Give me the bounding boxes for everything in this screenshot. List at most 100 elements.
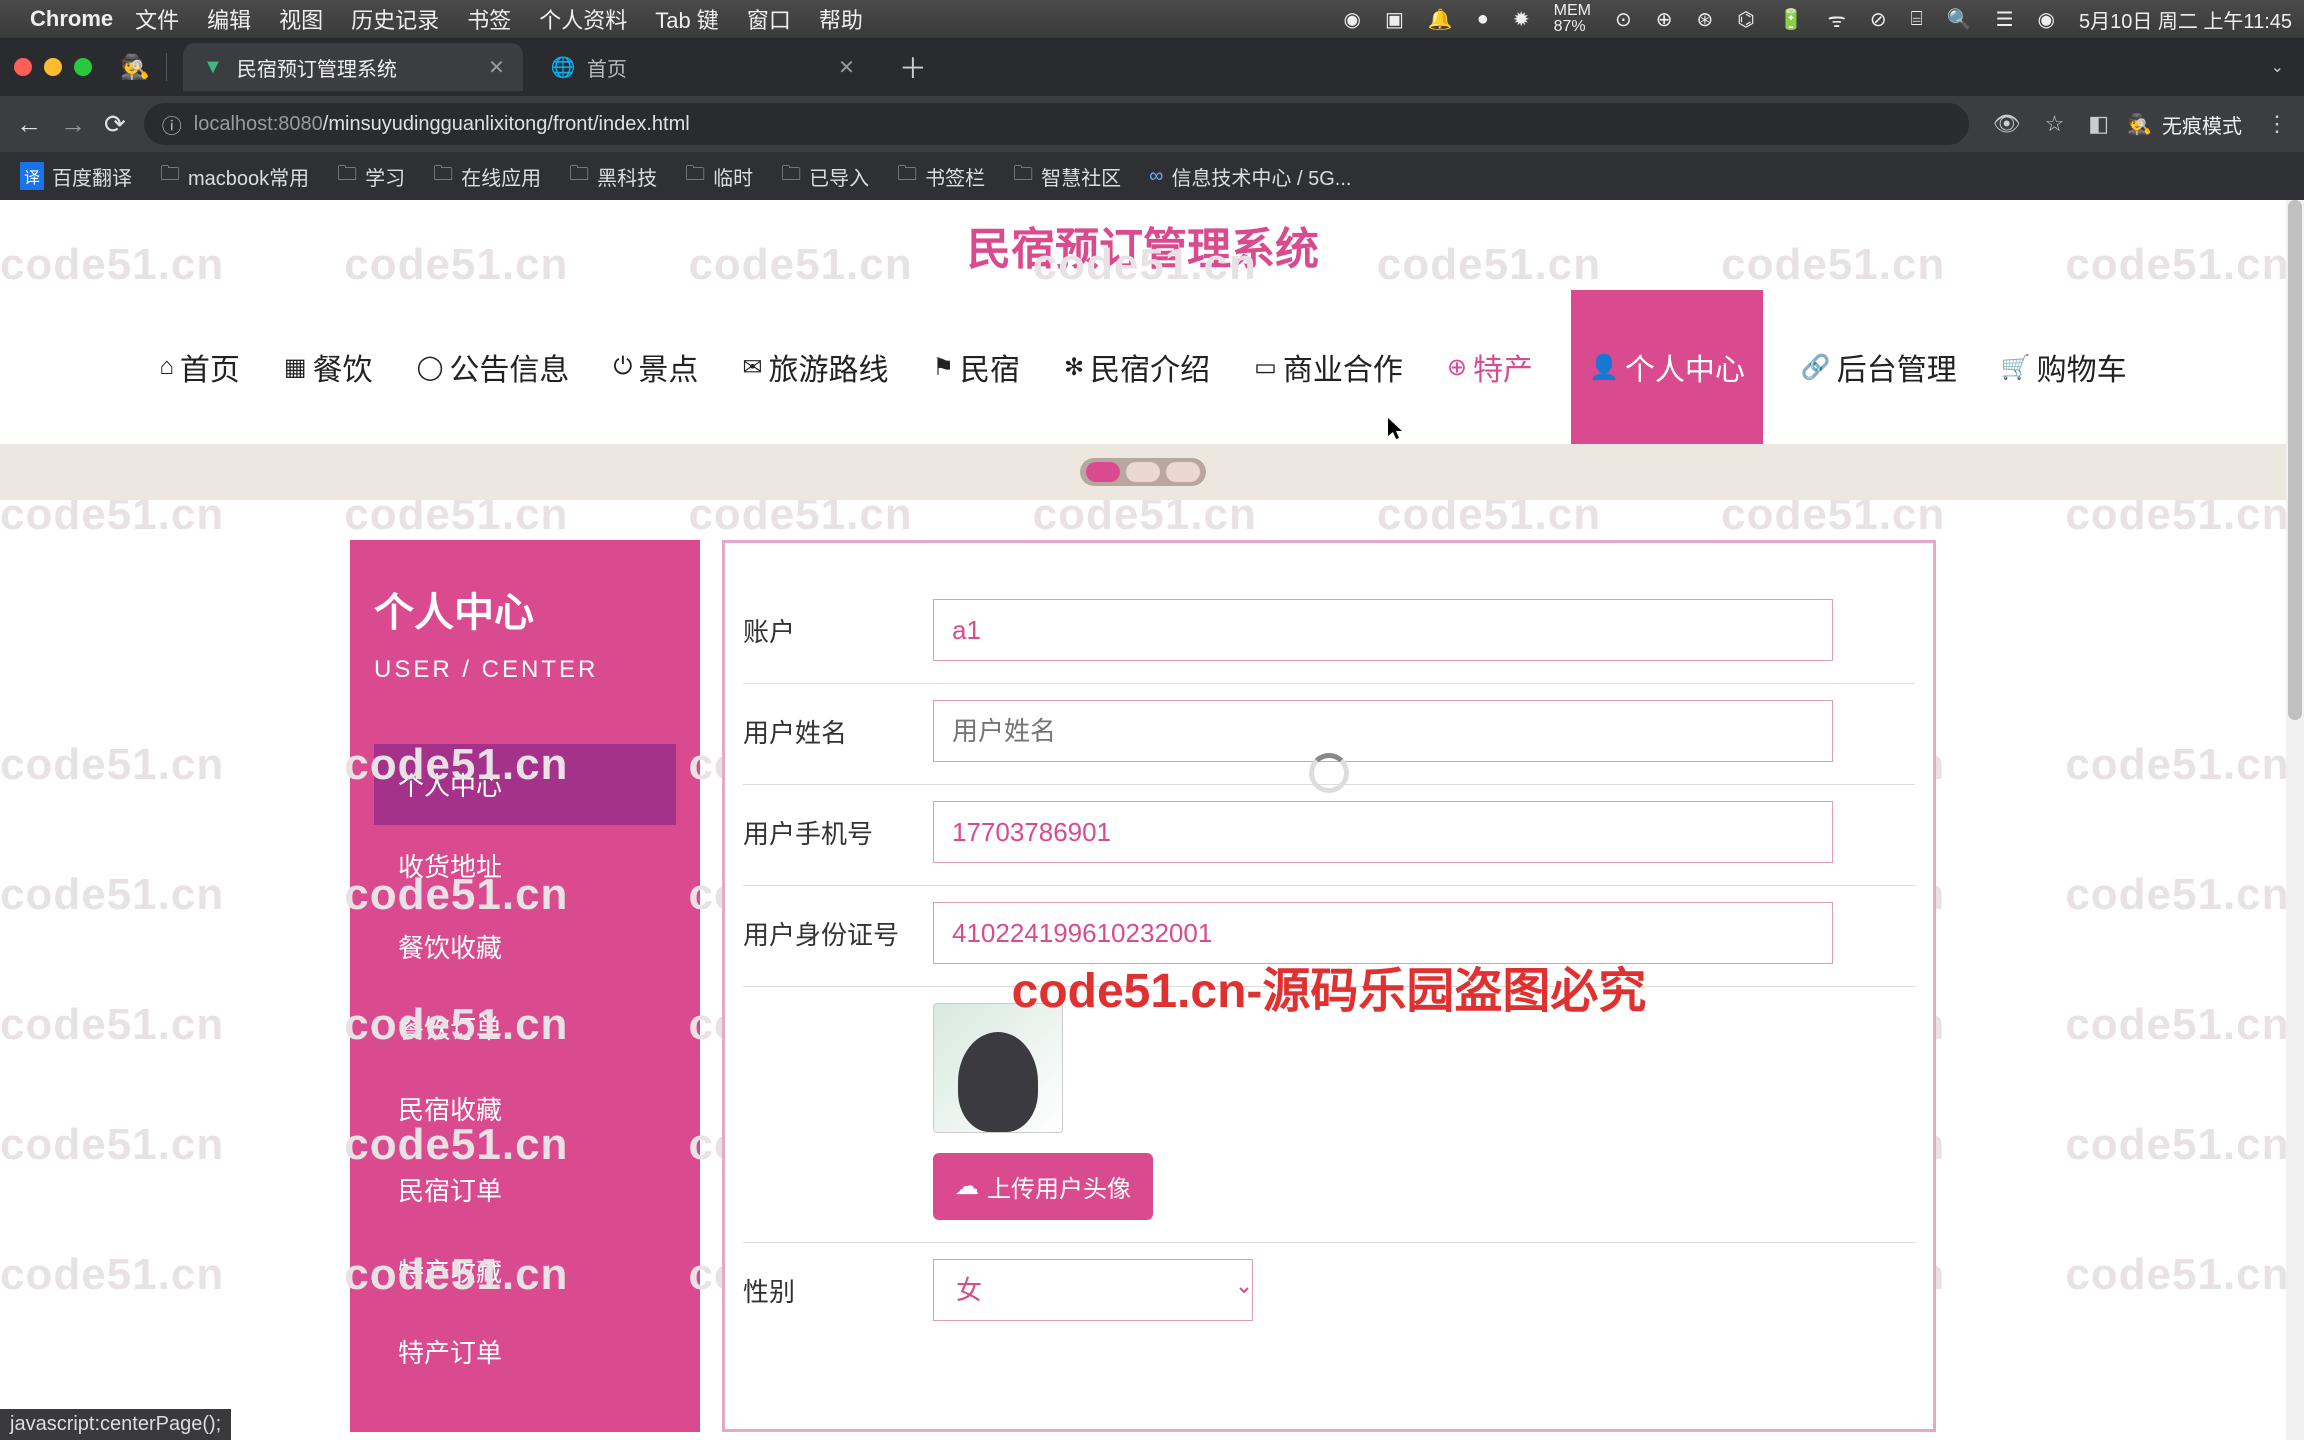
tray-icon[interactable]: ▣ (1385, 7, 1404, 32)
nav-specialty[interactable]: ⊕特产 (1441, 290, 1539, 444)
nav-home[interactable]: ⌂首页 (153, 290, 246, 444)
account-input[interactable] (933, 599, 1833, 661)
sidebar-item-dining-fav[interactable]: 餐饮收藏 (374, 906, 676, 987)
tab-title: 民宿预订管理系统 (237, 53, 397, 82)
tray-icon[interactable]: 🔔 (1428, 7, 1453, 32)
minimize-window-button[interactable] (44, 58, 62, 76)
nav-route[interactable]: ✉旅游路线 (736, 290, 894, 444)
carousel-dot[interactable] (1126, 462, 1160, 482)
page-scrollbar[interactable] (2286, 200, 2304, 1440)
sidebar-item-dining-order[interactable]: 餐饮订单 (374, 987, 676, 1068)
folder-icon: 🗀 (433, 159, 453, 193)
browser-tab[interactable]: ▼ 民宿预订管理系统 ✕ (183, 43, 523, 91)
bookmark-folder[interactable]: 🗀智慧社区 (1013, 159, 1121, 193)
menu-history[interactable]: 历史记录 (351, 3, 439, 35)
tray-icon[interactable]: ⊙ (1615, 7, 1632, 32)
carousel-dot[interactable] (1166, 462, 1200, 482)
bookmark-folder[interactable]: 🗀在线应用 (433, 159, 541, 193)
link-icon: ∞ (1149, 165, 1163, 188)
forward-button[interactable]: → (60, 109, 86, 140)
chrome-menu-icon[interactable]: ⋮ (2266, 111, 2288, 137)
wifi-icon[interactable]: ᯤ (1828, 6, 1846, 33)
nav-admin[interactable]: 🔗后台管理 (1795, 290, 1963, 444)
sidebar-item-homestay-fav[interactable]: 民宿收藏 (374, 1068, 676, 1149)
content-area: 个人中心 USER / CENTER 个人中心 收货地址 餐饮收藏 餐饮订单 民… (0, 500, 2286, 1432)
spotlight-icon[interactable]: 🔍 (1947, 7, 1972, 32)
folder-icon: 🗀 (781, 159, 801, 193)
username-label: 用户姓名 (743, 713, 933, 750)
control-center-icon[interactable]: ☰ (1996, 7, 2014, 32)
tabs-dropdown-icon[interactable]: ⌄ (2271, 57, 2304, 77)
sidebar-item-specialty-fav[interactable]: 特产收藏 (374, 1230, 676, 1311)
tray-icon[interactable]: ● (1477, 8, 1489, 31)
battery-icon[interactable]: 🔋 (1779, 7, 1804, 32)
bookmark-folder[interactable]: 🗀macbook常用 (160, 159, 309, 193)
close-tab-icon[interactable]: ✕ (488, 55, 505, 80)
address-bar[interactable]: ⓘ localhost:8080/minsuyudingguanlixitong… (144, 103, 1969, 145)
username-input[interactable] (933, 700, 1833, 762)
menu-help[interactable]: 帮助 (819, 3, 863, 35)
nav-scenic[interactable]: ⏻景点 (607, 290, 704, 444)
menu-profiles[interactable]: 个人资料 (539, 3, 627, 35)
eye-off-icon[interactable]: 👁 (1993, 111, 2021, 137)
siri-icon[interactable]: ◉ (2038, 7, 2055, 32)
nav-cart[interactable]: 🛒购物车 (1995, 290, 2133, 444)
site-info-icon[interactable]: ⓘ (162, 110, 182, 139)
close-window-button[interactable] (14, 58, 32, 76)
upload-avatar-button[interactable]: ☁ 上传用户头像 (933, 1153, 1153, 1220)
menu-bookmarks[interactable]: 书签 (467, 3, 511, 35)
favicon-icon: 🌐 (551, 55, 575, 79)
bookmark-folder[interactable]: 🗀书签栏 (897, 159, 985, 193)
nav-business[interactable]: ▭商业合作 (1248, 290, 1409, 444)
tray-icon[interactable]: ⊘ (1870, 7, 1887, 32)
carousel-dots[interactable] (1080, 458, 1206, 486)
phone-input[interactable] (933, 801, 1833, 863)
back-button[interactable]: ← (16, 109, 42, 140)
nav-intro[interactable]: ✻民宿介绍 (1058, 290, 1216, 444)
clock[interactable]: 5月10日 周二 上午11:45 (2079, 5, 2292, 34)
menu-window[interactable]: 窗口 (747, 3, 791, 35)
bookmark-item[interactable]: 译百度翻译 (20, 162, 132, 191)
tray-icon[interactable]: ◉ (1344, 7, 1361, 32)
sidebar-item-profile[interactable]: 个人中心 (374, 744, 676, 825)
menu-edit[interactable]: 编辑 (207, 3, 251, 35)
scrollbar-thumb[interactable] (2288, 200, 2302, 720)
bookmark-item[interactable]: ∞信息技术中心 / 5G... (1149, 162, 1351, 191)
divider (166, 53, 167, 81)
idcard-input[interactable] (933, 902, 1833, 964)
menu-file[interactable]: 文件 (135, 3, 179, 35)
sidebar-item-address[interactable]: 收货地址 (374, 825, 676, 906)
bookmark-folder[interactable]: 🗀黑科技 (569, 159, 657, 193)
browser-tab[interactable]: 🌐 首页 ✕ (533, 43, 873, 91)
carousel-banner (0, 444, 2286, 500)
sidebar-item-homestay-order[interactable]: 民宿订单 (374, 1149, 676, 1230)
nav-notice[interactable]: ◯公告信息 (411, 290, 576, 444)
tray-icon[interactable]: ⌸ (1911, 8, 1923, 31)
sidebar-item-specialty-order[interactable]: 特产订单 (374, 1311, 676, 1392)
nav-homestay[interactable]: ⚑民宿 (927, 290, 1027, 444)
bookmark-star-icon[interactable]: ☆ (2045, 111, 2065, 137)
tray-icon[interactable]: ✹ (1513, 7, 1530, 32)
menu-view[interactable]: 视图 (279, 3, 323, 35)
user-center-sidebar: 个人中心 USER / CENTER 个人中心 收货地址 餐饮收藏 餐饮订单 民… (350, 540, 700, 1432)
close-tab-icon[interactable]: ✕ (838, 55, 855, 80)
tray-icon[interactable]: ⊕ (1656, 7, 1673, 32)
zoom-window-button[interactable] (74, 58, 92, 76)
side-panel-icon[interactable]: ◧ (2088, 111, 2109, 137)
app-name[interactable]: Chrome (30, 6, 113, 32)
carousel-dot[interactable] (1086, 462, 1120, 482)
memory-icon[interactable]: MEM87% (1554, 3, 1591, 35)
home-icon: ⌂ (159, 353, 174, 381)
menu-tab[interactable]: Tab 键 (655, 3, 719, 35)
bookmark-folder[interactable]: 🗀学习 (337, 159, 405, 193)
nav-user-center[interactable]: 👤个人中心 (1571, 290, 1763, 444)
gender-select[interactable]: 女 (933, 1259, 1253, 1321)
tray-icon[interactable]: ⊛ (1696, 7, 1713, 32)
bookmark-folder[interactable]: 🗀已导入 (781, 159, 869, 193)
new-tab-button[interactable]: ＋ (883, 47, 943, 87)
nav-dining[interactable]: ▦餐饮 (278, 290, 379, 444)
bluetooth-icon[interactable]: ⌬ (1737, 7, 1754, 32)
bookmark-folder[interactable]: 🗀临时 (685, 159, 753, 193)
reload-button[interactable]: ⟳ (104, 109, 126, 140)
incognito-indicator[interactable]: 🕵 无痕模式 (2127, 110, 2242, 139)
